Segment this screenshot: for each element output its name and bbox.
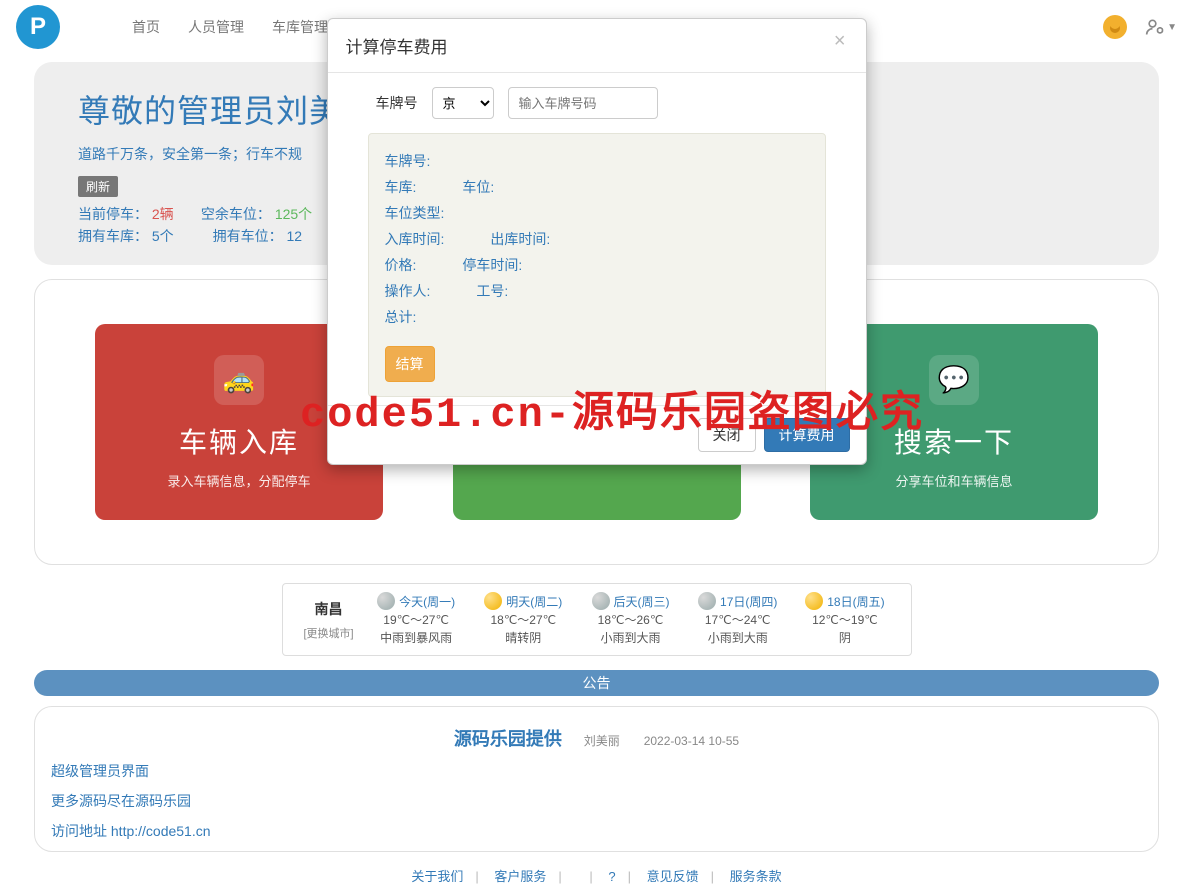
modal-body: 车牌号 京 车牌号: 车库: 车位: 车位类型: 入库时间: 出库时间: 价格:… bbox=[328, 73, 866, 405]
well-slot: 车位: bbox=[462, 174, 494, 200]
result-well: 车牌号: 车库: 车位: 车位类型: 入库时间: 出库时间: 价格: 停车时间:… bbox=[368, 133, 826, 397]
footer-links: 关于我们| 客户服务| | ?| 意见反馈| 服务条款 bbox=[34, 852, 1159, 889]
separator: | bbox=[556, 869, 563, 884]
separator: | bbox=[626, 869, 633, 884]
well-staff-no: 工号: bbox=[476, 278, 508, 304]
well-slot-type: 车位类型: bbox=[385, 200, 809, 226]
footer-link[interactable]: 客户服务 bbox=[484, 869, 556, 884]
well-plate: 车牌号: bbox=[385, 148, 809, 174]
well-total: 总计: bbox=[385, 304, 809, 330]
footer-link[interactable] bbox=[567, 869, 587, 884]
separator: | bbox=[473, 869, 480, 884]
well-garage: 车库: bbox=[385, 174, 417, 200]
close-icon[interactable]: × bbox=[828, 29, 852, 54]
separator: | bbox=[709, 869, 716, 884]
plate-input[interactable] bbox=[508, 87, 658, 119]
well-duration: 停车时间: bbox=[462, 252, 522, 278]
footer-link[interactable]: 意见反馈 bbox=[637, 869, 709, 884]
plate-prefix-select[interactable]: 京 bbox=[432, 87, 494, 119]
fee-modal: 计算停车费用 × 车牌号 京 车牌号: 车库: 车位: 车位类型: 入库时间: … bbox=[327, 18, 867, 465]
settle-button[interactable]: 结算 bbox=[385, 346, 435, 382]
footer-link[interactable]: 关于我们 bbox=[401, 869, 473, 884]
footer-link[interactable]: ? bbox=[598, 869, 625, 884]
close-button[interactable]: 关闭 bbox=[698, 418, 756, 452]
well-price: 价格: bbox=[385, 252, 417, 278]
footer-link[interactable]: 服务条款 bbox=[720, 869, 792, 884]
well-out-time: 出库时间: bbox=[490, 226, 550, 252]
well-in-time: 入库时间: bbox=[385, 226, 445, 252]
modal-footer: 关闭 计算费用 bbox=[328, 405, 866, 464]
bulletin-line: 更多源码尽在源码乐园 bbox=[51, 791, 1144, 811]
modal-header: 计算停车费用 × bbox=[328, 19, 866, 73]
modal-title: 计算停车费用 bbox=[346, 33, 848, 58]
separator: | bbox=[587, 869, 594, 884]
plate-row: 车牌号 京 bbox=[368, 87, 826, 119]
well-operator: 操作人: bbox=[385, 278, 431, 304]
calc-fee-button[interactable]: 计算费用 bbox=[764, 418, 850, 452]
plate-label: 车牌号 bbox=[368, 93, 418, 113]
bulletin-line: 访问地址 http://code51.cn bbox=[51, 821, 1144, 841]
